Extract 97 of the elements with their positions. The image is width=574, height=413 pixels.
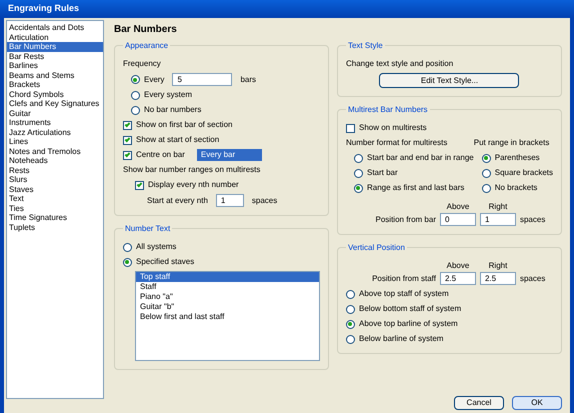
category-item[interactable]: Jazz Articulations [7,128,103,137]
frequency-label: Frequency [122,58,162,70]
column-label: Above [446,260,470,272]
category-item[interactable]: Staves [7,184,103,194]
group-title: Text Style [346,40,385,52]
category-item[interactable]: Lines [7,137,103,146]
unit-label: bars [240,74,256,86]
note-text: Show bar number ranges on multirests [122,164,262,176]
radio-button[interactable] [346,304,355,314]
column-label: Right [488,201,508,213]
column-label: Above [446,201,470,213]
radio-label: No bar numbers [144,104,202,116]
page-title: Bar Numbers [114,23,178,37]
radio-button[interactable] [482,184,491,192]
field-label: Position from staff [371,272,436,284]
description-text: Change text style and position [346,58,454,70]
window-title: Engraving Rules [8,2,80,16]
radio-label: Above top staff of system [358,288,449,300]
group-title: Appearance [122,40,170,52]
column-label: Right [488,260,508,272]
field-label: Start at every nth [146,194,208,206]
category-item[interactable]: Ties [7,204,103,213]
input-field[interactable]: 0 [440,213,476,226]
input-field[interactable]: 1 [480,213,516,226]
radio-button[interactable] [354,168,363,178]
unit-label: spaces [520,272,546,284]
checkbox[interactable] [122,120,132,130]
checkbox-label: Show on first bar of section [136,119,232,131]
category-item[interactable]: Beams and Stems [7,70,103,80]
edit-text-style-button[interactable]: Edit Text Style... [379,73,520,88]
category-item[interactable]: Tuplets [7,222,103,232]
format-label: Number format for multirests [346,137,448,149]
category-item[interactable]: Barlines [7,61,103,70]
checkbox-label: Display every nth number [148,179,239,191]
checkbox[interactable] [346,124,355,132]
radio-label: Every [144,74,164,86]
field-label: Position from bar [374,214,436,226]
radio-label: Above top barline of system [358,318,458,330]
category-item[interactable]: Text [7,194,103,204]
radio-button[interactable] [354,154,363,162]
staff-item[interactable]: Top staff [136,272,319,282]
radio-label: No brackets [494,182,538,194]
radio-button[interactable] [346,290,355,298]
radio-label: Square brackets [494,167,553,179]
category-item[interactable]: Accidentals and Dots [7,23,103,32]
category-item[interactable]: Chord Symbols [7,90,103,99]
category-item[interactable]: Noteheads [7,156,103,166]
checkbox-label: Centre on bar [136,149,185,161]
radio-label: Start bar and end bar in range [366,152,474,164]
radio-button[interactable] [122,242,132,252]
staff-item[interactable]: Piano "a" [136,292,319,302]
input-field[interactable]: 1 [216,194,244,207]
checkbox[interactable] [122,150,132,160]
radio-label: Range as first and last bars [366,182,464,194]
input-field[interactable]: 2.5 [480,272,516,285]
category-item[interactable]: Articulation [7,32,103,42]
radio-label: Every system [144,89,192,101]
category-item[interactable]: Brackets [7,80,103,90]
staff-item[interactable]: Staff [136,282,319,292]
cancel-button[interactable]: Cancel [454,396,504,410]
staff-item[interactable]: Below first and last staff [136,312,319,322]
radio-label: All systems [136,241,176,253]
category-item[interactable]: Instruments [7,118,103,128]
radio-button[interactable] [354,184,363,192]
category-item[interactable]: Rests [7,166,103,175]
radio-button[interactable] [130,106,140,114]
radio-button[interactable] [346,320,355,328]
unit-label: spaces [252,194,278,206]
input-field[interactable]: 5 [172,73,232,86]
checkbox[interactable] [134,180,144,190]
radio-button[interactable] [130,75,140,84]
staff-item[interactable]: Guitar "b" [136,302,319,312]
unit-label: spaces [520,214,546,226]
category-item[interactable]: Notes and Tremolos [7,146,103,156]
category-item[interactable]: Guitar [7,108,103,118]
checkbox-label: Show on multirests [358,122,427,134]
radio-label: Below barline of system [358,333,444,345]
brackets-label: Put range in brackets [474,137,550,149]
radio-label: Parentheses [494,152,540,164]
category-item[interactable]: Clefs and Key Signatures [7,99,103,108]
checkbox-label: Show at start of section [136,134,220,146]
radio-button[interactable] [122,258,132,266]
category-item[interactable]: Bar Numbers [7,42,103,52]
ok-button[interactable]: OK [512,396,562,410]
radio-label: Below bottom staff of system [358,303,462,315]
checkbox[interactable] [122,136,132,144]
input-field[interactable]: 2.5 [440,272,476,285]
category-item[interactable]: Slurs [7,175,103,184]
radio-button[interactable] [346,334,355,344]
radio-button[interactable] [130,90,140,100]
category-item[interactable]: Time Signatures [7,213,103,222]
category-item[interactable]: Bar Rests [7,52,103,61]
radio-button[interactable] [482,168,491,178]
dropdown[interactable]: Every bar [196,149,262,161]
radio-label: Specified staves [136,256,194,268]
radio-button[interactable] [482,154,491,162]
radio-label: Start bar [366,167,398,179]
